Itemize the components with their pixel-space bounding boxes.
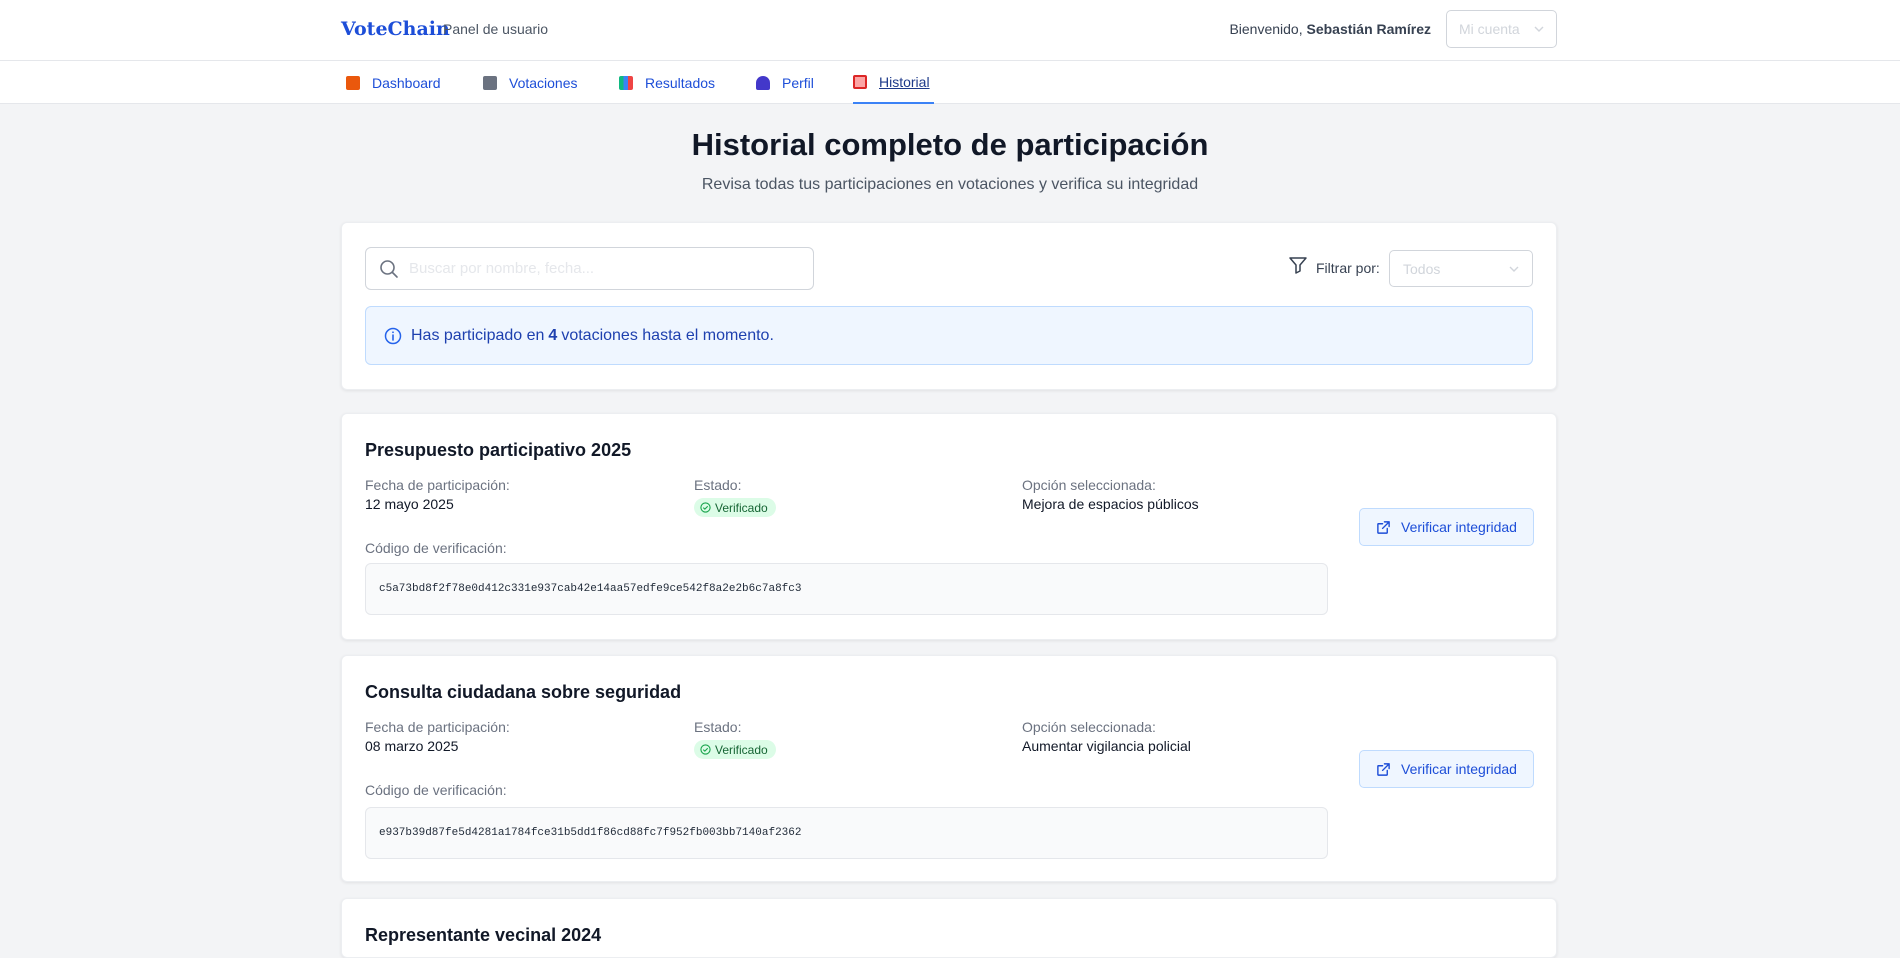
top-header: VoteChain Panel de usuario Bienvenido, S… <box>0 0 1900 61</box>
option-label: Opción seleccionada: <box>1022 477 1156 493</box>
verify-label: Verificar integridad <box>1401 761 1517 777</box>
vote-card: Consulta ciudadana sobre seguridad Fecha… <box>341 655 1557 882</box>
status-text: Verificado <box>715 742 768 757</box>
nav-label: Perfil <box>782 74 814 91</box>
chevron-down-icon <box>1509 266 1519 272</box>
external-link-icon <box>1377 520 1390 534</box>
nav-resultados[interactable]: Resultados <box>619 61 715 104</box>
account-label: Mi cuenta <box>1459 21 1520 37</box>
date-value: 08 marzo 2025 <box>365 738 459 754</box>
status-label: Estado: <box>694 477 742 493</box>
check-circle-icon <box>700 744 711 755</box>
date-label: Fecha de participación: <box>365 477 510 493</box>
verification-code: e937b39d87fe5d4281a1784fce31b5dd1f86cd88… <box>365 807 1328 859</box>
summary-count: 4 <box>548 326 558 344</box>
info-icon <box>384 327 402 344</box>
status-badge: Verificado <box>694 740 776 759</box>
status-badge: Verificado <box>694 498 776 517</box>
participation-summary: Has participado en 4 votaciones hasta el… <box>365 306 1533 365</box>
filter-card: Filtrar por: Todos Has participado en 4 … <box>341 222 1557 390</box>
filter-label-text: Filtrar por: <box>1316 260 1380 276</box>
nav-dashboard[interactable]: Dashboard <box>346 61 441 104</box>
welcome-prefix: Bienvenido, <box>1229 21 1303 37</box>
verify-integrity-button[interactable]: Verificar integridad <box>1359 508 1534 546</box>
option-value: Mejora de espacios públicos <box>1022 496 1199 512</box>
person-icon <box>756 75 770 90</box>
check-circle-icon <box>700 502 711 513</box>
verification-code: c5a73bd8f2f78e0d412c331e937cab42e14aa57e… <box>365 563 1328 615</box>
welcome-text: Bienvenido, Sebastián Ramírez <box>1229 21 1431 37</box>
house-icon <box>346 75 360 90</box>
verify-label: Verificar integridad <box>1401 519 1517 535</box>
nav-label: Dashboard <box>372 74 441 91</box>
nav-perfil[interactable]: Perfil <box>756 61 814 104</box>
account-dropdown-button[interactable]: Mi cuenta <box>1446 10 1557 48</box>
history-icon <box>853 74 867 89</box>
search-box[interactable] <box>365 247 814 290</box>
nav-label: Historial <box>879 73 930 90</box>
nav-label: Votaciones <box>509 74 578 91</box>
code-label: Código de verificación: <box>365 540 507 556</box>
page-subtitle: Revisa todas tus participaciones en vota… <box>701 176 1199 193</box>
page-title: Historial completo de participación <box>691 127 1209 162</box>
search-icon <box>380 259 398 278</box>
vote-card: Presupuesto participativo 2025 Fecha de … <box>341 413 1557 640</box>
summary-prefix: Has participado en <box>411 326 545 344</box>
filter-select[interactable]: Todos <box>1389 250 1533 287</box>
summary-suffix: votaciones hasta el momento. <box>561 326 774 344</box>
search-input[interactable] <box>409 260 789 277</box>
vote-title: Representante vecinal 2024 <box>365 925 602 945</box>
nav-votaciones[interactable]: Votaciones <box>483 61 578 104</box>
nav-label: Resultados <box>645 74 716 91</box>
option-value: Aumentar vigilancia policial <box>1022 738 1191 754</box>
chevron-down-icon <box>1534 23 1544 35</box>
external-link-icon <box>1377 762 1390 776</box>
filter-select-value: Todos <box>1403 260 1441 277</box>
filter-icon <box>1289 257 1307 274</box>
code-label: Código de verificación: <box>365 782 507 798</box>
brand-logo[interactable]: VoteChain <box>341 18 450 40</box>
filter-label: Filtrar por: <box>1288 257 1380 276</box>
nav-historial[interactable]: Historial <box>853 61 934 104</box>
date-label: Fecha de participación: <box>365 719 510 735</box>
vote-title: Presupuesto participativo 2025 <box>365 440 632 460</box>
date-value: 12 mayo 2025 <box>365 496 454 512</box>
verify-integrity-button[interactable]: Verificar integridad <box>1359 750 1534 788</box>
ballot-box-icon <box>483 75 497 90</box>
vote-card: Representante vecinal 2024 <box>341 898 1557 958</box>
main-nav: Dashboard Votaciones Resultados Perfil H… <box>0 61 1900 104</box>
status-label: Estado: <box>694 719 742 735</box>
user-name: Sebastián Ramírez <box>1306 21 1432 37</box>
vote-title: Consulta ciudadana sobre seguridad <box>365 682 682 702</box>
status-text: Verificado <box>715 500 768 515</box>
brand-subtitle: Panel de usuario <box>443 21 549 37</box>
bar-chart-icon <box>619 75 633 90</box>
option-label: Opción seleccionada: <box>1022 719 1156 735</box>
